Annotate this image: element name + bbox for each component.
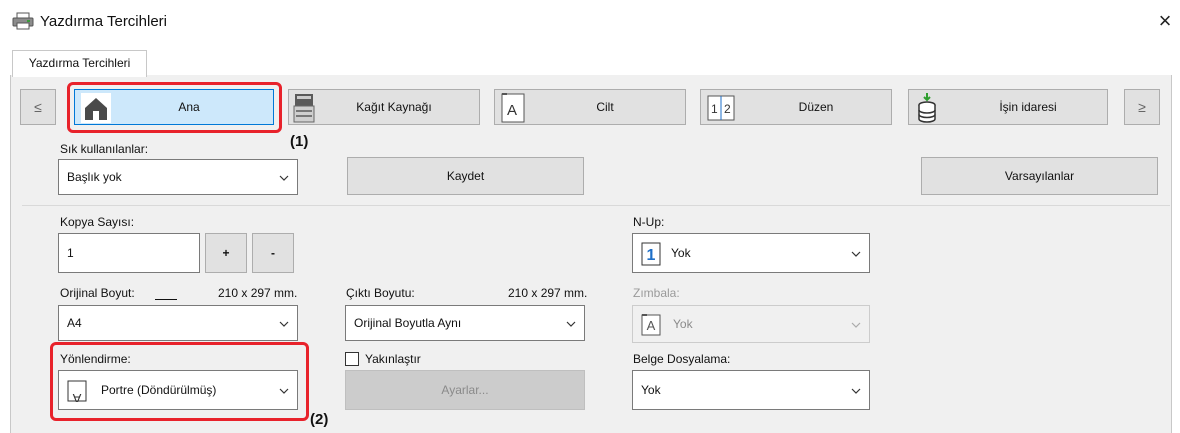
copies-input[interactable]: 1 [58,233,200,273]
svg-text:A: A [507,102,517,119]
doc-filing-label: Belge Dosyalama: [633,352,731,366]
output-size-label: Çıktı Boyutu: [346,286,415,300]
staple-value: Yok [673,317,693,331]
favorites-select[interactable]: Başlık yok [58,159,298,195]
callout-label-1: (1) [290,133,309,150]
nav-item-paper-source[interactable]: Kağıt Kaynağı [288,89,480,125]
original-size-dims: 210 x 297 mm. [218,286,298,300]
nup-one-icon: 1 [641,242,661,266]
zoom-label[interactable]: Yakınlaştır [365,352,421,366]
original-size-rule [155,299,177,300]
nav-item-job-handling[interactable]: İşin idaresi [908,89,1108,125]
favorites-value: Başlık yok [67,170,122,184]
defaults-button[interactable]: Varsayılanlar [921,157,1158,195]
chevron-down-icon [851,248,861,258]
chevron-down-icon [279,318,289,328]
chevron-down-icon [566,318,576,328]
doc-filing-select[interactable]: Yok [632,370,870,410]
close-icon[interactable]: × [1152,8,1178,34]
svg-text:A: A [647,318,656,333]
callout-box-1 [67,82,282,133]
nav-next-button[interactable]: ≥ [1124,89,1160,125]
nav-item-paper-source-label: Kağıt Kaynağı [356,100,432,114]
chevron-down-icon [851,385,861,395]
divider [22,205,1170,206]
favorites-label: Sık kullanılanlar: [60,142,149,156]
svg-text:1: 1 [711,102,718,116]
chevron-down-icon [279,172,289,182]
nav-item-layout-label: Düzen [798,100,834,114]
nup-value: Yok [671,246,691,260]
nav-item-binding-label: Cilt [596,100,614,114]
save-button[interactable]: Kaydet [347,157,584,195]
output-size-dims: 210 x 297 mm. [508,286,588,300]
nav-prev-button[interactable]: ≤ [20,89,56,125]
doc-filing-value: Yok [641,383,661,397]
nav-item-binding[interactable]: A Cilt [494,89,686,125]
printer-icon [12,12,34,30]
tab-printing-preferences[interactable]: Yazdırma Tercihleri [12,50,147,77]
output-size-select[interactable]: Orijinal Boyutla Aynı [345,305,585,341]
original-size-select[interactable]: A4 [58,305,298,341]
output-size-value: Orijinal Boyutla Aynı [354,316,462,330]
copies-minus-button[interactable]: - [252,233,294,273]
nav-item-layout[interactable]: 1 2 Düzen [700,89,892,125]
svg-text:2: 2 [724,102,731,116]
original-size-label: Orijinal Boyut: [60,286,135,300]
staple-select[interactable]: A Yok [632,305,870,343]
title-bar: Yazdırma Tercihleri × [0,0,1180,42]
layout-icon: 1 2 [707,95,735,121]
svg-text:1: 1 [647,247,656,264]
original-size-value: A4 [67,316,82,330]
chevron-down-icon [851,319,861,329]
staple-icon: A [641,314,661,336]
nup-select[interactable]: 1 Yok [632,233,870,273]
nup-label: N-Up: [633,215,665,229]
zoom-settings-button[interactable]: Ayarlar... [345,370,585,410]
copies-plus-button[interactable]: + [205,233,247,273]
staple-label: Zımbala: [633,286,680,300]
window-title: Yazdırma Tercihleri [40,13,167,30]
callout-label-2: (2) [310,411,329,428]
callout-box-2 [50,342,309,421]
copies-label: Kopya Sayısı: [60,215,135,229]
nav-item-job-handling-label: İşin idaresi [999,100,1057,114]
binding-icon: A [501,93,525,123]
job-handling-icon [915,92,939,124]
zoom-checkbox[interactable] [345,352,359,366]
